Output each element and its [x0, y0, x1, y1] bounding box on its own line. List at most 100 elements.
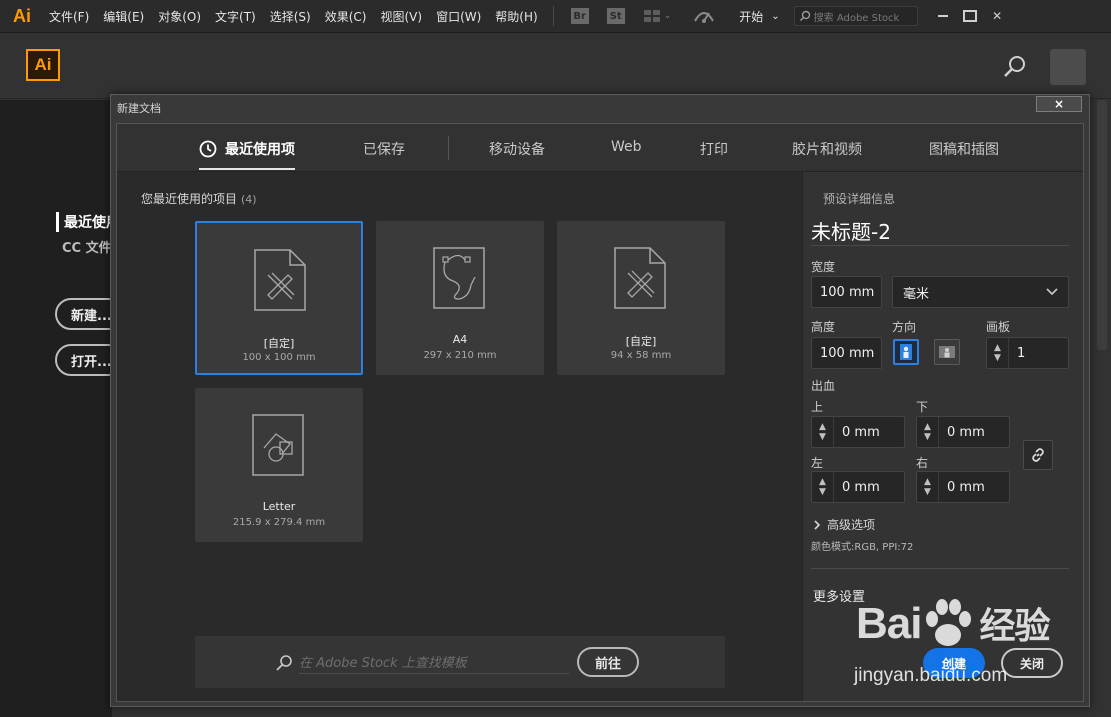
- width-value: 100 mm: [820, 284, 875, 300]
- preset-details-header: 预设详细信息: [823, 192, 896, 206]
- unit-select[interactable]: 毫米: [892, 276, 1069, 308]
- preset-size: 100 x 100 mm: [242, 352, 316, 363]
- bleed-left-label: 左: [811, 456, 824, 470]
- document-name-field[interactable]: 未标题-2: [811, 216, 1069, 246]
- illustrator-logo: Ai: [26, 49, 60, 81]
- height-field[interactable]: 100 mm: [811, 337, 882, 369]
- stepper-arrows-icon[interactable]: ▲ ▼: [917, 472, 939, 502]
- portrait-orientation-button[interactable]: [893, 339, 919, 365]
- landscape-icon: [939, 346, 955, 358]
- preset-details-panel: 预设详细信息 未标题-2 宽度 100 mm 毫米 高度 100 mm 方向 画…: [802, 172, 1083, 701]
- workspace-switcher[interactable]: 开始 ⌄: [739, 8, 779, 25]
- link-bleed-button[interactable]: [1023, 440, 1053, 470]
- landscape-orientation-button[interactable]: [934, 339, 960, 365]
- unit-value: 毫米: [903, 286, 930, 302]
- stock-button[interactable]: St: [606, 8, 625, 24]
- menu-view[interactable]: 视图(V): [373, 8, 429, 25]
- preset-card[interactable]: Letter 215.9 x 279.4 mm: [195, 388, 363, 542]
- artboards-label: 画板: [986, 320, 1011, 334]
- recent-items-count: (4): [241, 193, 257, 206]
- stepper-arrows-icon[interactable]: ▲ ▼: [987, 338, 1009, 368]
- bleed-top-label: 上: [811, 400, 824, 414]
- divider: [811, 568, 1069, 569]
- bleed-bottom-label: 下: [916, 400, 929, 414]
- advanced-options-toggle[interactable]: 高级选项: [813, 516, 875, 533]
- custom-document-icon: [254, 249, 306, 311]
- custom-document-icon: [614, 247, 666, 309]
- stepper-arrows-icon[interactable]: ▲ ▼: [812, 472, 834, 502]
- stock-template-search-input[interactable]: 在 Adobe Stock 上查找模板: [299, 652, 569, 674]
- dialog-close-button[interactable]: ×: [1036, 96, 1082, 112]
- tab-print[interactable]: 打印: [700, 139, 728, 159]
- menu-edit[interactable]: 编辑(E): [96, 8, 151, 25]
- app-logo: Ai: [13, 5, 31, 26]
- tab-art-illustration[interactable]: 图稿和插图: [929, 139, 999, 159]
- menu-bar: Ai 文件(F) 编辑(E) 对象(O) 文字(T) 选择(S) 效果(C) 视…: [0, 0, 1111, 33]
- bleed-top-stepper[interactable]: ▲ ▼ 0 mm: [811, 416, 905, 448]
- scrollbar[interactable]: [1097, 100, 1107, 350]
- app-header: Ai: [0, 34, 1111, 99]
- preset-tabs: 最近使用项 已保存 移动设备 Web 打印 胶片和视频 图稿和插图: [117, 124, 1083, 172]
- toolbar-separator: [552, 6, 554, 26]
- minimize-button[interactable]: [930, 6, 957, 26]
- bleed-left-stepper[interactable]: ▲ ▼ 0 mm: [811, 471, 905, 503]
- tab-mobile[interactable]: 移动设备: [489, 139, 545, 159]
- close-button[interactable]: 关闭: [1001, 648, 1063, 678]
- stepper-arrows-icon[interactable]: ▲ ▼: [812, 417, 834, 447]
- tab-web[interactable]: Web: [611, 139, 642, 155]
- menu-type[interactable]: 文字(T): [208, 8, 263, 25]
- bridge-button[interactable]: Br: [570, 8, 589, 24]
- width-field[interactable]: 100 mm: [811, 276, 882, 308]
- menu-help[interactable]: 帮助(H): [488, 8, 544, 25]
- recent-items-label: 您最近使用的项目 (4): [141, 190, 257, 207]
- menu-window[interactable]: 窗口(W): [429, 8, 488, 25]
- tab-saved[interactable]: 已保存: [363, 139, 405, 159]
- tab-separator: [448, 136, 449, 160]
- menu-file[interactable]: 文件(F): [42, 8, 96, 25]
- tab-film-video[interactable]: 胶片和视频: [792, 139, 862, 159]
- recent-items-title: 您最近使用的项目: [141, 192, 238, 206]
- menu-object[interactable]: 对象(O): [151, 8, 208, 25]
- bleed-right-value: 0 mm: [947, 479, 985, 495]
- chevron-down-icon: [1046, 288, 1058, 296]
- search-icon[interactable]: [1002, 54, 1028, 80]
- preset-size: 297 x 210 mm: [423, 350, 497, 361]
- bleed-bottom-stepper[interactable]: ▲ ▼ 0 mm: [916, 416, 1010, 448]
- gpu-performance-icon[interactable]: [693, 7, 715, 25]
- chevron-down-icon: ⌄: [771, 10, 780, 22]
- width-label: 宽度: [811, 260, 836, 274]
- orientation-label: 方向: [892, 320, 917, 334]
- preset-card[interactable]: [自定] 94 x 58 mm: [557, 221, 725, 375]
- bleed-right-stepper[interactable]: ▲ ▼ 0 mm: [916, 471, 1010, 503]
- more-settings-link[interactable]: 更多设置: [813, 586, 865, 605]
- close-window-button[interactable]: ✕: [984, 6, 1011, 26]
- bleed-left-value: 0 mm: [842, 479, 880, 495]
- go-button[interactable]: 前往: [577, 647, 639, 677]
- color-mode-info: 颜色模式:RGB, PPI:72: [811, 542, 914, 553]
- menu-effect[interactable]: 效果(C): [318, 8, 374, 25]
- height-label: 高度: [811, 320, 836, 334]
- window-controls: ✕: [930, 6, 1011, 26]
- maximize-button[interactable]: [957, 6, 984, 26]
- menu-select[interactable]: 选择(S): [263, 8, 318, 25]
- dialog-body: 最近使用项 已保存 移动设备 Web 打印 胶片和视频 图稿和插图 您最近使用的…: [116, 123, 1084, 702]
- create-button[interactable]: 创建: [923, 648, 985, 678]
- clock-icon: [199, 140, 217, 158]
- stepper-arrows-icon[interactable]: ▲ ▼: [917, 417, 939, 447]
- preset-card[interactable]: A4 297 x 210 mm: [376, 221, 544, 375]
- avatar[interactable]: [1050, 49, 1086, 85]
- sidebar-item-cc-files[interactable]: CC 文件: [62, 237, 112, 256]
- artboards-stepper[interactable]: ▲ ▼ 1: [986, 337, 1069, 369]
- tab-recent[interactable]: 最近使用项: [199, 139, 295, 170]
- preset-card[interactable]: [自定] 100 x 100 mm: [195, 221, 363, 375]
- search-icon: [799, 10, 810, 21]
- arrange-documents-icon[interactable]: [643, 10, 660, 22]
- chevron-right-icon: [814, 519, 821, 530]
- artboards-value: 1: [1017, 345, 1026, 361]
- chevron-down-icon[interactable]: ⌄: [664, 11, 672, 21]
- bleed-top-value: 0 mm: [842, 424, 880, 440]
- stock-search-input[interactable]: 搜索 Adobe Stock: [793, 6, 918, 26]
- preset-name: [自定]: [263, 337, 295, 350]
- height-value: 100 mm: [820, 345, 875, 361]
- preset-size: 215.9 x 279.4 mm: [232, 517, 326, 528]
